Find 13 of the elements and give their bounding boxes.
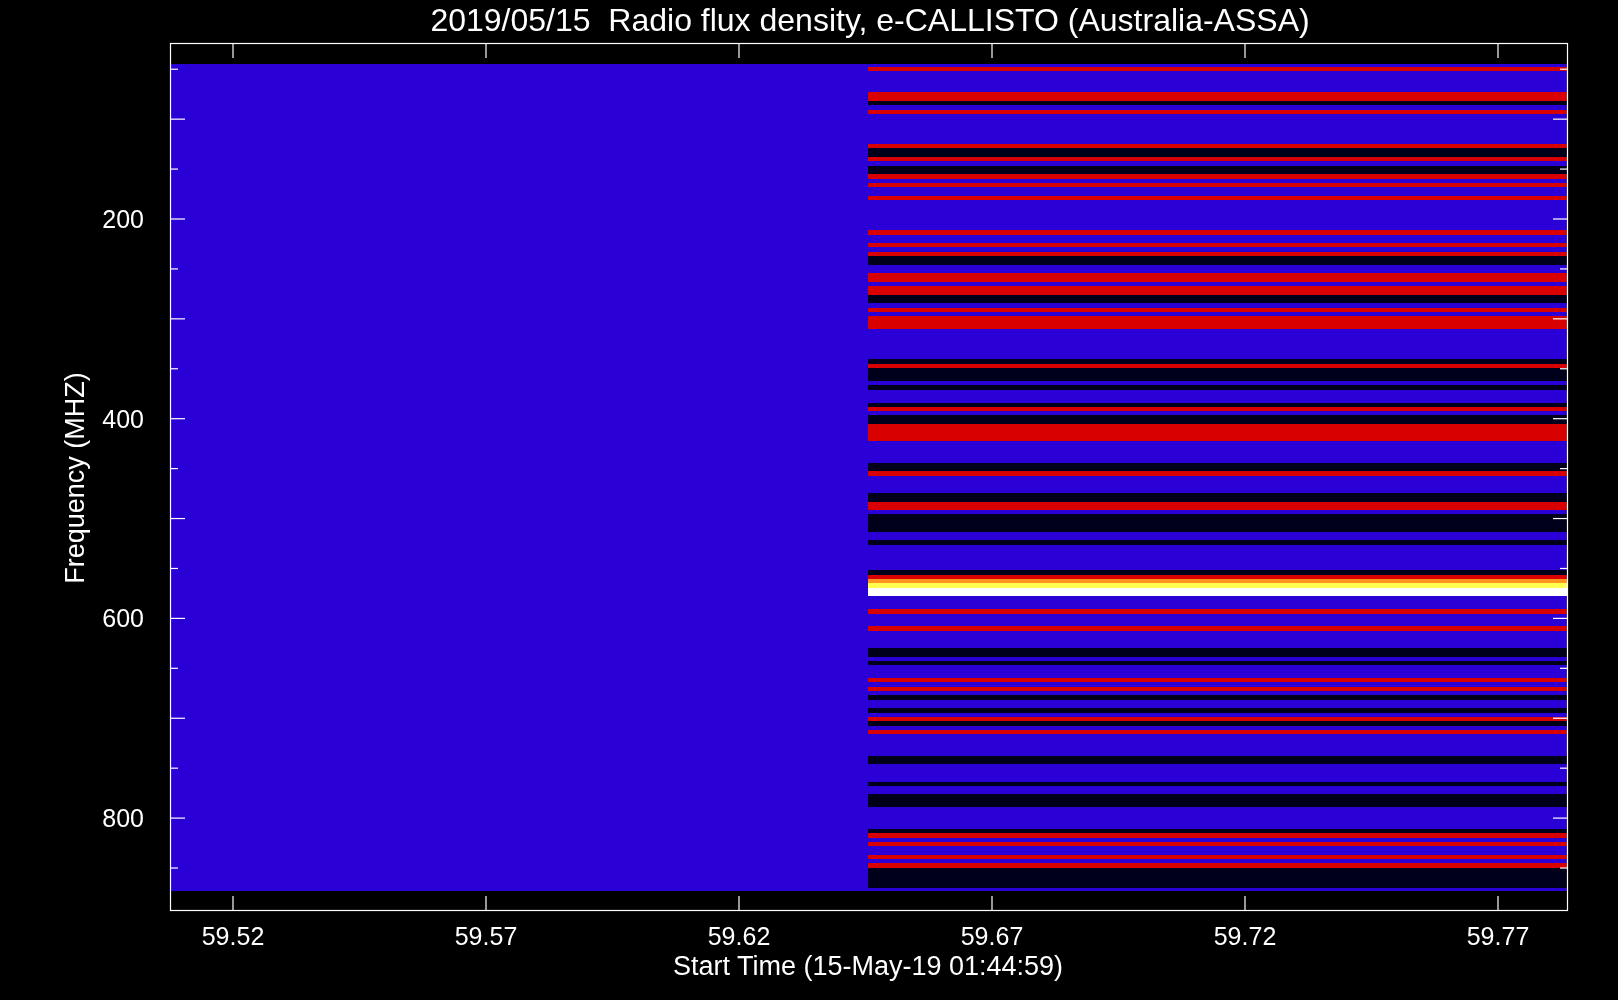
x-tick-label: 59.62 bbox=[707, 922, 771, 950]
x-tick-label: 59.57 bbox=[454, 922, 518, 950]
x-tick-label: 59.72 bbox=[1213, 922, 1277, 950]
y-tick-label: 800 bbox=[102, 804, 144, 833]
y-tick-label: 200 bbox=[102, 205, 144, 233]
x-tick-label: 59.77 bbox=[1466, 922, 1530, 950]
y-tick-label: 400 bbox=[102, 404, 144, 433]
y-axis-label: Frequency (MHZ) bbox=[60, 372, 90, 584]
x-tick-label: 59.52 bbox=[201, 922, 265, 950]
x-axis-label: Start Time (15-May-19 01:44:59) bbox=[672, 951, 1064, 981]
chart-title: 2019/05/15 Radio flux density, e-CALLISTO (Australia-ASSA) bbox=[430, 2, 1310, 38]
y-tick-label: 600 bbox=[102, 604, 144, 633]
x-tick-label: 59.67 bbox=[960, 922, 1024, 950]
